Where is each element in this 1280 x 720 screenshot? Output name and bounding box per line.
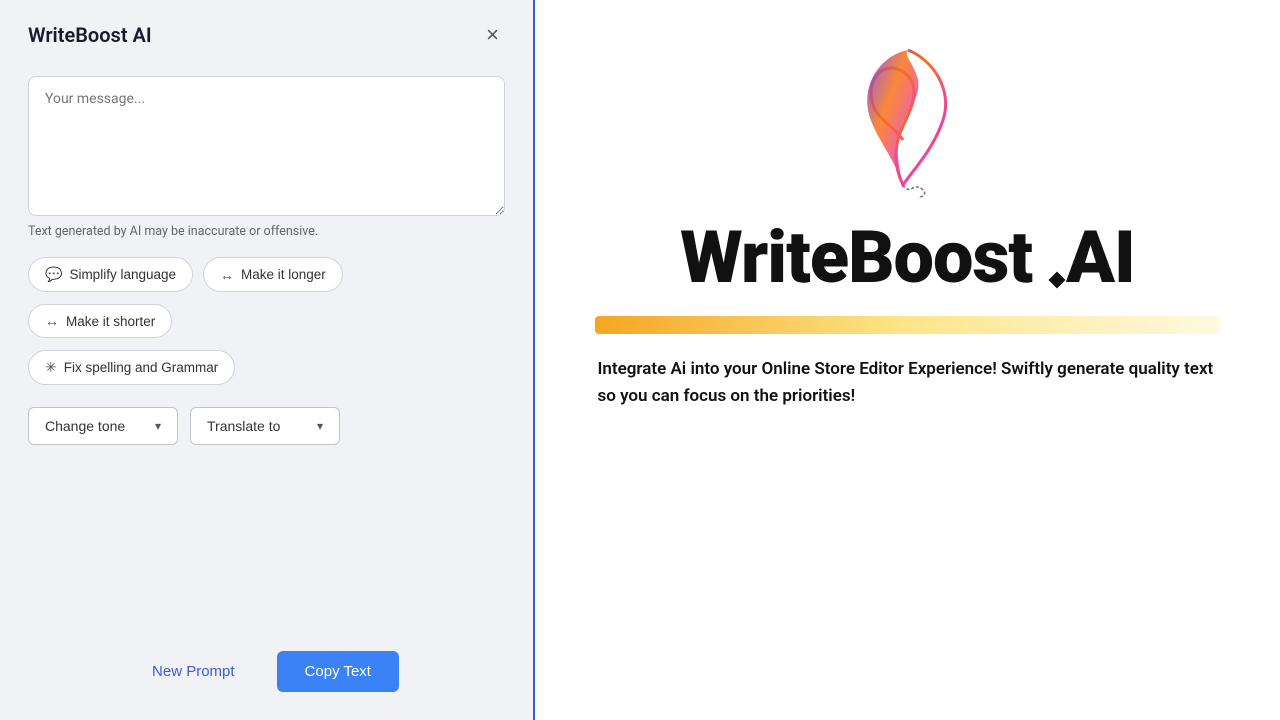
new-prompt-button[interactable]: New Prompt (134, 653, 253, 690)
chat-icon: 💬 (45, 266, 62, 283)
left-panel: WriteBoost AI × Text generated by AI may… (0, 0, 535, 720)
right-panel: WriteBoost AI Integrate Ai into your Onl… (535, 0, 1280, 720)
feather-logo-icon (853, 40, 963, 200)
translate-to-dropdown[interactable]: Translate to ▾ (190, 407, 340, 445)
message-input[interactable] (28, 76, 505, 216)
bottom-actions: New Prompt Copy Text (0, 635, 533, 720)
simplify-language-button[interactable]: 💬 Simplify language (28, 257, 193, 292)
brand-title: WriteBoost AI (680, 220, 1135, 296)
sparkle-icon: ✳ (45, 359, 57, 376)
expand-icon: ↔ (220, 267, 234, 283)
panel-title: WriteBoost AI (28, 23, 152, 47)
close-button[interactable]: × (480, 22, 505, 48)
chevron-down-icon: ▾ (317, 419, 323, 433)
disclaimer-text: Text generated by AI may be inaccurate o… (28, 224, 505, 239)
copy-text-button[interactable]: Copy Text (277, 651, 399, 692)
action-row-2: ↔ Make it shorter (28, 304, 505, 338)
panel-body: Text generated by AI may be inaccurate o… (0, 66, 533, 635)
logo-area (853, 40, 963, 210)
action-buttons-group: 💬 Simplify language ↔ Make it longer ↔ M… (28, 257, 505, 385)
gradient-bar (595, 316, 1220, 334)
dropdown-row: Change tone ▾ Translate to ▾ (28, 407, 505, 445)
fix-spelling-button[interactable]: ✳ Fix spelling and Grammar (28, 350, 235, 385)
make-longer-button[interactable]: ↔ Make it longer (203, 257, 343, 292)
change-tone-dropdown[interactable]: Change tone ▾ (28, 407, 178, 445)
action-row-3: ✳ Fix spelling and Grammar (28, 350, 505, 385)
action-row-1: 💬 Simplify language ↔ Make it longer (28, 257, 505, 292)
compress-icon: ↔ (45, 313, 59, 329)
diamond-accent-icon (1049, 272, 1066, 289)
make-shorter-button[interactable]: ↔ Make it shorter (28, 304, 172, 338)
brand-description: Integrate Ai into your Online Store Edit… (598, 356, 1218, 410)
chevron-down-icon: ▾ (155, 419, 161, 433)
panel-header: WriteBoost AI × (0, 0, 533, 66)
